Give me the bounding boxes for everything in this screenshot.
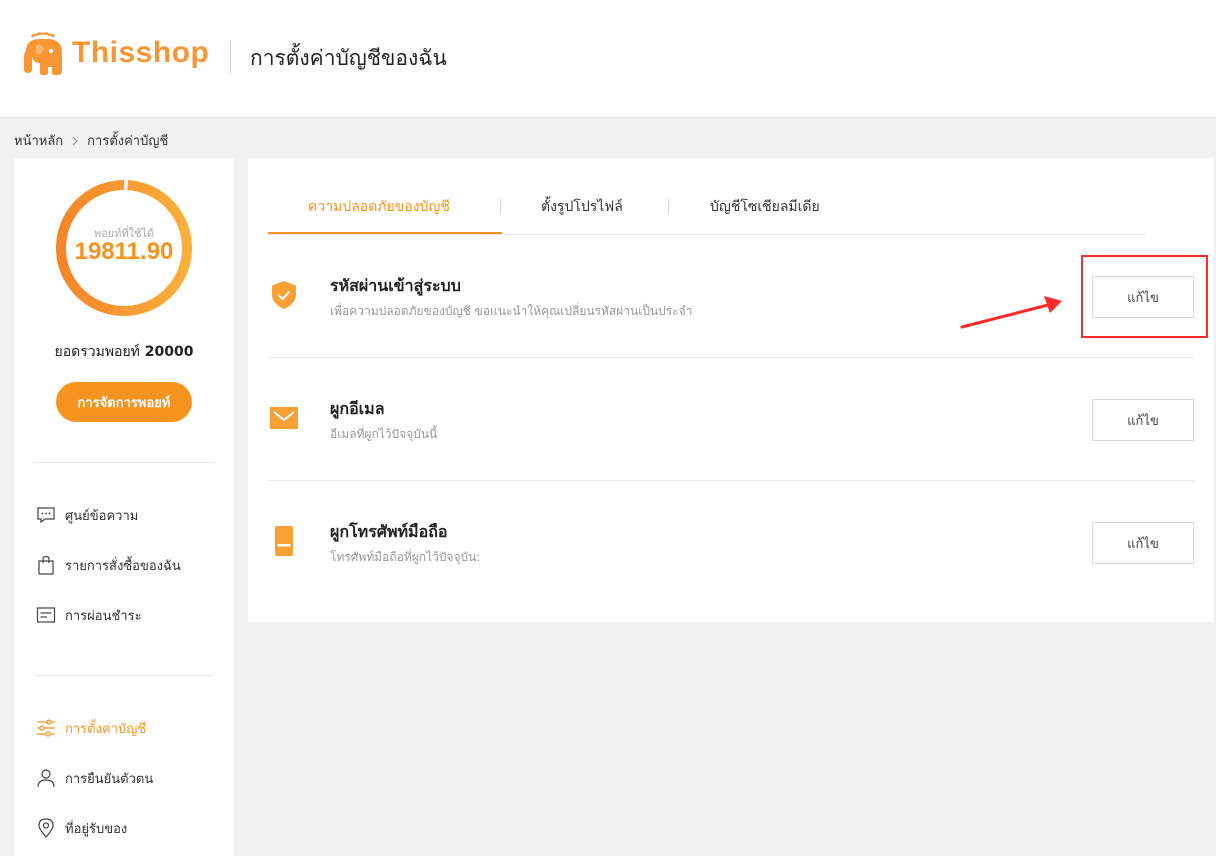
annotation-arrow-icon [960, 296, 1062, 329]
total-points-label: ยอดรวมพอยท์ [54, 344, 140, 360]
sidebar-divider [34, 462, 214, 463]
sidebar-item-label: การตั้งค่าบัญชี [65, 721, 147, 737]
manage-points-button[interactable]: การจัดการพอยท์ [56, 382, 192, 422]
total-points-value: 20000 [144, 344, 194, 360]
setting-description: อีเมลที่ผูกไว้ปัจจุบันนี้ [330, 427, 438, 441]
sidebar-item-label: การยืนยันตัวตน [65, 771, 154, 787]
chevron-right-icon [72, 136, 78, 145]
setting-description: เพื่อความปลอดภัยของบัญชี ขอแนะนำให้คุณเป… [330, 304, 693, 318]
breadcrumb: หน้าหลัก การตั้งค่าบัญชี [14, 130, 168, 151]
edit-mobile-button[interactable]: แก้ไข [1092, 522, 1194, 564]
logo-text: Thisshop [72, 36, 210, 69]
user-icon [37, 769, 55, 788]
setting-title: รหัสผ่านเข้าสู่ระบบ [330, 276, 461, 295]
sidebar-item-messages[interactable]: ศูนย์ข้อความ [36, 503, 138, 527]
location-pin-icon [38, 818, 54, 838]
annotation-highlight-box [1081, 255, 1208, 338]
tab-profile-picture[interactable]: ตั้งรูปโปรไฟล์ [541, 196, 623, 218]
sidebar-item-account-settings[interactable]: การตั้งค่าบัญชี [36, 716, 146, 740]
installment-icon [36, 607, 56, 623]
shopping-bag-icon [38, 555, 54, 575]
total-points: ยอดรวมพอยท์ 20000 [14, 341, 234, 363]
settings-tabs: ความปลอดภัยของบัญชี ตั้งรูปโปรไฟล์ บัญชี… [268, 158, 1146, 235]
available-points-value: 19811.90 [74, 238, 174, 265]
setting-row-mobile: ผูกโทรศัพท์มือถือ โทรศัพท์มือถือที่ผูกไว… [268, 481, 1194, 604]
sidebar: พอยท์ที่ใช้ได้ 19811.90 ยอดรวมพอยท์ 2000… [14, 158, 234, 856]
sidebar-divider [34, 675, 214, 676]
sidebar-item-label: ที่อยู่รับของ [65, 821, 128, 837]
breadcrumb-current: การตั้งค่าบัญชี [87, 134, 169, 149]
edit-email-button[interactable]: แก้ไข [1092, 399, 1194, 441]
account-security-panel: ความปลอดภัยของบัญชี ตั้งรูปโปรไฟล์ บัญชี… [248, 158, 1214, 622]
active-tab-underline [268, 232, 502, 234]
shield-check-icon [272, 281, 296, 309]
tab-account-security[interactable]: ความปลอดภัยของบัญชี [308, 196, 450, 218]
sidebar-item-label: รายการสั่งซื้อของฉัน [65, 558, 181, 574]
elephant-logo-icon [24, 32, 62, 75]
breadcrumb-home-link[interactable]: หน้าหลัก [14, 130, 63, 151]
sidebar-item-orders[interactable]: รายการสั่งซื้อของฉัน [36, 553, 181, 577]
sidebar-item-identity-verification[interactable]: การยืนยันตัวตน [36, 766, 153, 790]
message-icon [37, 507, 55, 524]
setting-row-email: ผูกอีเมล อีเมลที่ผูกไว้ปัจจุบันนี้ แก้ไข [268, 358, 1194, 481]
thisshop-logo[interactable]: Thisshop [18, 28, 209, 78]
setting-description: โทรศัพท์มือถือที่ผูกไว้ปัจจุบัน: [330, 550, 481, 564]
sidebar-item-label: ศูนย์ข้อความ [65, 508, 139, 524]
tab-separator [500, 198, 501, 214]
sidebar-item-shipping-address[interactable]: ที่อยู่รับของ [36, 816, 127, 840]
setting-title: ผูกโทรศัพท์มือถือ [330, 522, 448, 541]
points-ring: พอยท์ที่ใช้ได้ 19811.90 [52, 176, 196, 320]
page-title: การตั้งค่าบัญชีของฉัน [250, 46, 447, 70]
sidebar-item-installments[interactable]: การผ่อนชำระ [36, 603, 142, 627]
top-header: Thisshop การตั้งค่าบัญชีของฉัน [0, 0, 1216, 118]
setting-title: ผูกอีเมล [330, 399, 385, 418]
header-divider [230, 40, 231, 74]
settings-sliders-icon [37, 719, 55, 737]
envelope-icon [270, 407, 298, 429]
tab-separator [668, 198, 669, 214]
sidebar-item-label: การผ่อนชำระ [65, 608, 142, 624]
tab-social-media[interactable]: บัญชีโซเชียลมีเดีย [710, 196, 820, 218]
mobile-phone-icon [275, 526, 293, 556]
